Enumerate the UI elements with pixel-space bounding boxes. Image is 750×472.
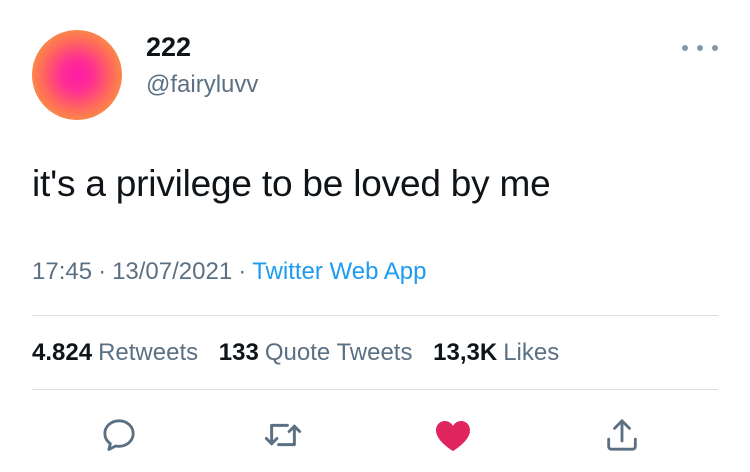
quotes-count: 133 (218, 339, 259, 366)
retweet-icon (264, 423, 302, 447)
quotes-stat[interactable]: 133 Quote Tweets (219, 341, 413, 365)
tweet-stats: 4.824 Retweets 133 Quote Tweets 13,3K Likes (32, 341, 573, 365)
share-button[interactable] (600, 413, 644, 457)
tweet-text: it's a privilege to be loved by me (32, 163, 551, 204)
meta-separator: · (98, 258, 107, 285)
quotes-label: Quote Tweets (264, 339, 413, 366)
more-dot (712, 45, 718, 51)
avatar[interactable] (32, 30, 122, 120)
retweets-stat[interactable]: 4.824 Retweets (32, 341, 198, 365)
tweet-source-link[interactable]: Twitter Web App (252, 258, 426, 285)
reply-button[interactable] (97, 413, 141, 457)
divider (32, 315, 718, 316)
likes-count: 13,3K (433, 339, 498, 366)
like-icon (435, 421, 471, 452)
tweet-meta: 17:45 · 13/07/2021 · Twitter Web App (32, 260, 427, 284)
like-button[interactable] (431, 413, 475, 457)
retweet-button[interactable] (261, 413, 305, 457)
tweet-time[interactable]: 17:45 (32, 258, 92, 285)
user-handle[interactable]: @fairyluvv (146, 73, 258, 97)
likes-stat[interactable]: 13,3K Likes (433, 341, 559, 365)
more-options-icon[interactable] (682, 40, 718, 56)
action-bar (0, 413, 750, 457)
tweet-card: 222 @fairyluvv it's a privilege to be lo… (0, 0, 750, 472)
reply-icon (103, 419, 135, 451)
divider (32, 389, 718, 390)
likes-label: Likes (503, 339, 560, 366)
retweets-count: 4.824 (32, 339, 93, 366)
more-dot (697, 45, 703, 51)
display-name[interactable]: 222 (146, 34, 191, 61)
tweet-date[interactable]: 13/07/2021 (112, 258, 232, 285)
retweets-label: Retweets (98, 339, 199, 366)
more-dot (682, 45, 688, 51)
share-icon (607, 419, 637, 451)
meta-separator: · (238, 258, 247, 285)
